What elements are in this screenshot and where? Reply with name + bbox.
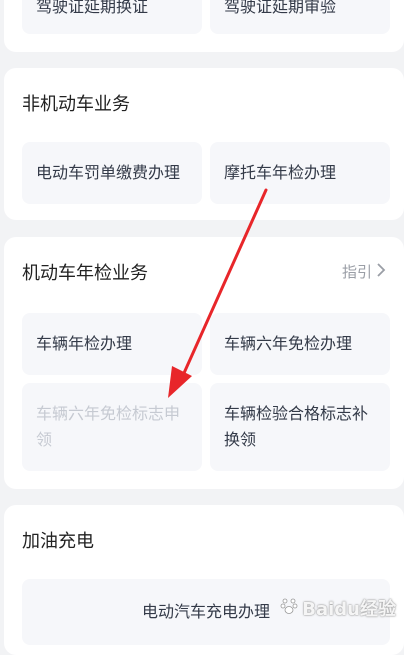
tile-label: 车辆六年免检办理 [224, 334, 353, 353]
tile-label: 车辆检验合格标志补换领 [224, 404, 369, 449]
section-title: 加油充电 [22, 531, 94, 552]
driver-license-card: 驾驶证延期换证 驾驶证延期审验 [4, 0, 404, 52]
tile-label: 电动汽车充电办理 [141, 602, 270, 621]
tile-license-review[interactable]: 驾驶证延期审验 [210, 0, 390, 34]
non-motor-card: 非机动车业务 电动车罚单缴费办理 摩托车年检办理 [4, 68, 404, 220]
section-title: 非机动车业务 [22, 94, 130, 115]
tile-label: 驾驶证延期换证 [36, 0, 149, 16]
tile-vehicle-inspection[interactable]: 车辆年检办理 [22, 313, 202, 375]
tile-label: 车辆六年免检标志申领 [36, 404, 181, 449]
fuel-charge-card: 加油充电 电动汽车充电办理 [4, 505, 404, 655]
guide-label: 指引 [341, 263, 372, 281]
tile-motorcycle-inspection[interactable]: 摩托车年检办理 [210, 142, 390, 204]
tile-label: 车辆年检办理 [36, 334, 133, 353]
guide-link[interactable]: 指引 [342, 261, 386, 282]
tile-label: 驾驶证延期审验 [224, 0, 337, 16]
tile-inspection-sticker-replace[interactable]: 车辆检验合格标志补换领 [210, 383, 390, 471]
tile-ebike-fine-payment[interactable]: 电动车罚单缴费办理 [22, 142, 202, 204]
section-title: 机动车年检业务 [22, 263, 148, 284]
inspection-card: 机动车年检业务 指引 车辆年检办理 车辆六年免检办理 车辆六年免检标志申领 车辆… [4, 237, 404, 489]
watermark-text: Baidu经验 [302, 599, 396, 620]
tile-license-renewal[interactable]: 驾驶证延期换证 [22, 0, 202, 34]
paw-icon [280, 597, 298, 620]
tile-six-year-exemption[interactable]: 车辆六年免检办理 [210, 313, 390, 375]
tile-label: 摩托车年检办理 [224, 163, 337, 182]
tile-exemption-sticker-apply[interactable]: 车辆六年免检标志申领 [22, 383, 202, 471]
watermark: Baidu经验 [280, 595, 396, 621]
chevron-right-icon [376, 262, 386, 281]
tile-label: 电动车罚单缴费办理 [36, 163, 181, 182]
